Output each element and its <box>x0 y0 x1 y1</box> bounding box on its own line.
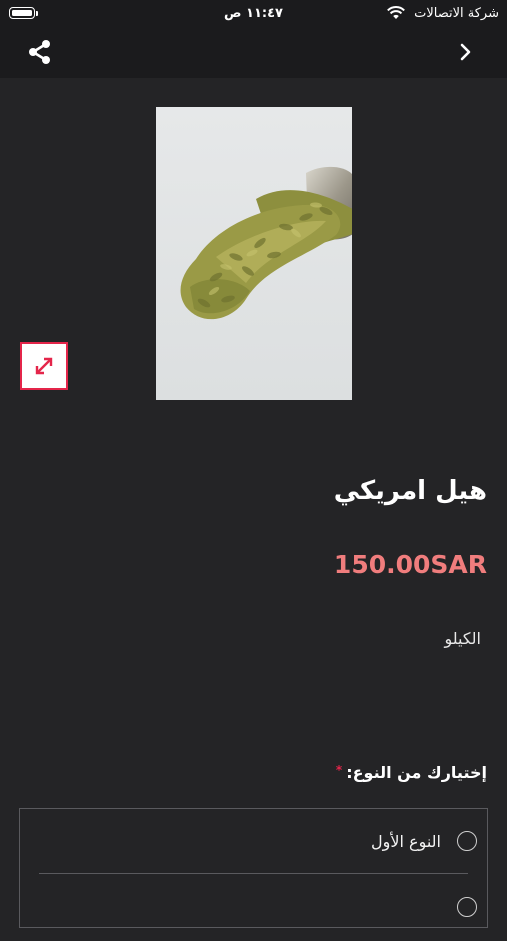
expand-icon <box>35 357 53 375</box>
options-list: النوع الأول <box>19 808 488 928</box>
product-price: 150.00SAR <box>333 550 487 579</box>
top-navbar <box>0 28 507 78</box>
option-label: النوع الأول <box>371 832 441 851</box>
expand-image-button[interactable] <box>20 342 68 390</box>
carrier-name: شركة الاتصالات <box>414 6 499 21</box>
back-chevron-icon[interactable] <box>459 42 473 62</box>
product-title: هيل امريكي <box>333 476 487 506</box>
product-image[interactable] <box>156 107 352 400</box>
divider <box>39 873 468 874</box>
radio-button[interactable] <box>457 831 477 851</box>
option-group-label: إختيارك من النوع:* <box>335 763 487 782</box>
option-item[interactable] <box>20 875 487 941</box>
share-icon[interactable] <box>26 38 54 66</box>
wifi-icon <box>387 6 405 19</box>
option-item[interactable]: النوع الأول <box>20 809 487 875</box>
status-bar: ١١:٤٧ ص شركة الاتصالات <box>0 0 507 28</box>
radio-button[interactable] <box>457 897 477 917</box>
product-unit: الكيلو <box>444 629 481 648</box>
required-marker: * <box>335 763 343 777</box>
